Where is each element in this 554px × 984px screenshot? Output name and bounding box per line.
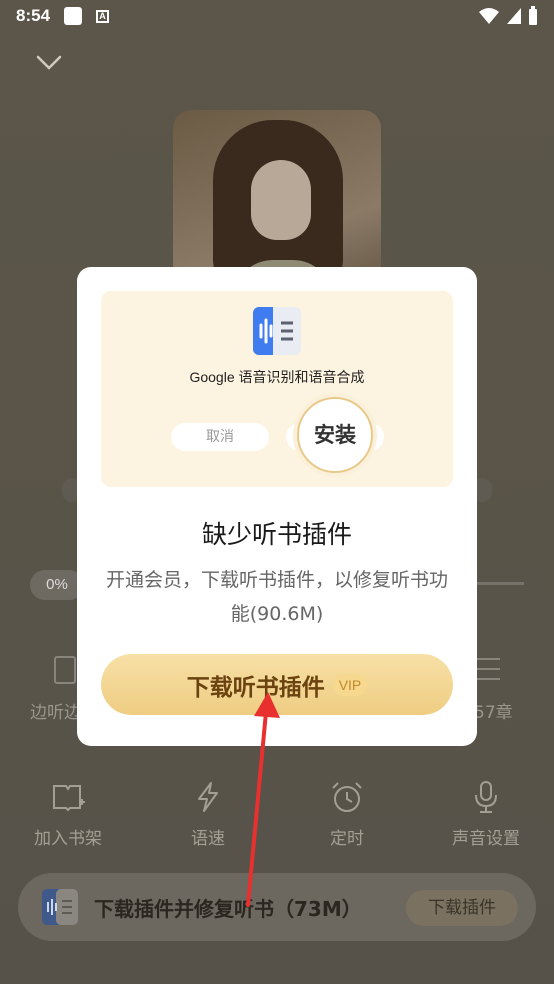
dialog-title: 缺少听书插件	[201, 520, 352, 549]
illustration-install: 安装	[297, 397, 373, 473]
plugin-illustration: Google 语音识别和语音合成 取消 安装	[101, 291, 453, 487]
plugin-name: Google 语音识别和语音合成	[189, 369, 365, 385]
missing-plugin-dialog: Google 语音识别和语音合成 取消 安装 缺少听书插件 开通会员，下载听书插…	[77, 267, 477, 746]
voice-plugin-icon	[253, 307, 301, 355]
download-plugin-vip-button[interactable]: 下载听书插件 VIP	[101, 654, 453, 715]
vip-button-label: 下载听书插件	[186, 674, 325, 701]
illustration-cancel: 取消	[171, 423, 269, 451]
vip-badge: VIP	[332, 673, 368, 696]
dialog-description: 开通会员，下载听书插件，以修复听书功能(90.6M)	[105, 569, 448, 625]
